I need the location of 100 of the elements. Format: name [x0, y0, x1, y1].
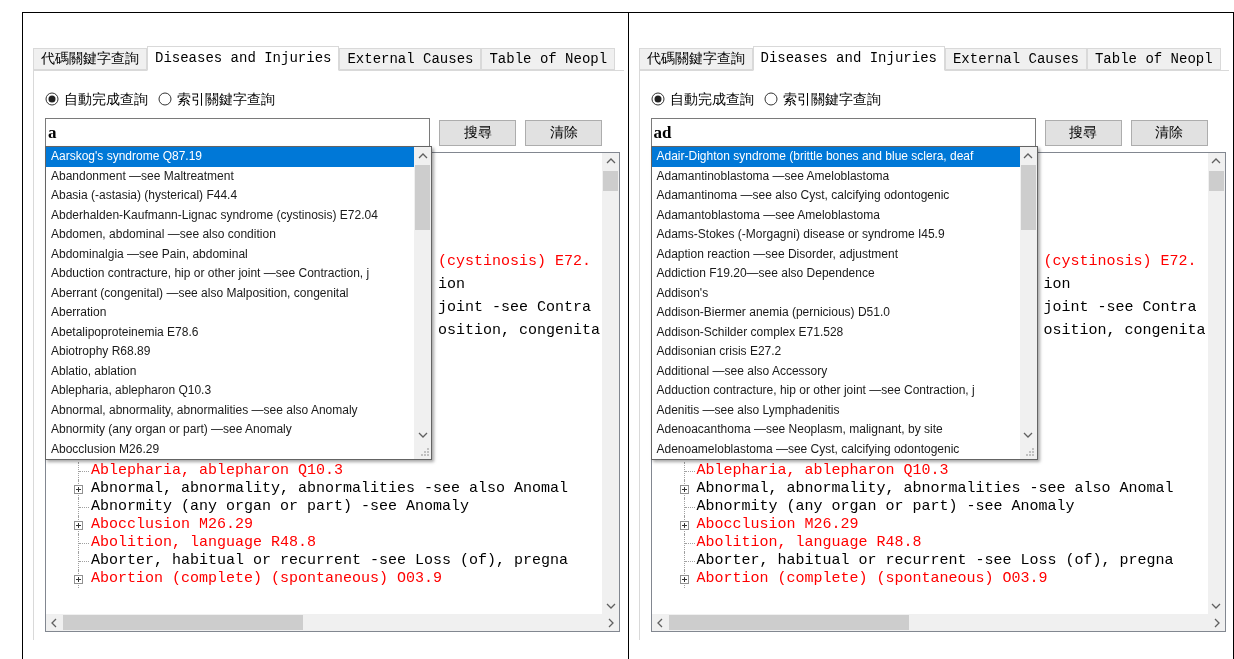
scrollbar-thumb[interactable] — [63, 615, 303, 630]
scroll-up-icon[interactable] — [1211, 157, 1221, 165]
suggestion-item[interactable]: Abandonment —see Maltreatment — [46, 166, 414, 186]
suggestion-item[interactable]: Adaption reaction —see Disorder, adjustment — [651, 244, 1020, 264]
suggestion-item[interactable]: Adenoacanthoma —see Neoplasm, malignant, by site — [651, 420, 1020, 440]
expand-icon[interactable] — [679, 574, 689, 584]
tree-item[interactable]: Aborter, habitual or recurrent -see Loss (of), pregna — [696, 552, 1174, 570]
radio-button[interactable]: 索引關鍵字查詢 — [763, 88, 881, 110]
suggestion-item[interactable]: Abderhalden-Kaufmann-Lignac syndrome (cystinosis) E72.04 — [46, 205, 414, 225]
suggestion-item[interactable]: Adamantoblastoma —see Ameloblastoma — [651, 205, 1020, 225]
scroll-down-icon[interactable] — [417, 431, 428, 439]
tree-item[interactable]: Abocclusion M26.29 — [696, 516, 859, 534]
scrollbar-thumb[interactable] — [415, 165, 430, 230]
scroll-left-icon[interactable] — [655, 617, 664, 628]
horizontal-scrollbar[interactable] — [651, 614, 1225, 631]
suggestion-item[interactable]: Abdomen, abdominal —see also condition — [46, 225, 414, 245]
suggestion-item[interactable]: Aberrant (congenital) —see also Malposition, congenital — [46, 283, 414, 303]
suggestion-item[interactable]: Abasia (-astasia) (hysterical) F44.4 — [46, 186, 414, 206]
tree-item[interactable]: Abnormal, abnormality, abnormalities -see also Anomal — [696, 480, 1174, 498]
tree-item[interactable]: ion — [1043, 276, 1071, 293]
tree-item[interactable]: ion — [438, 276, 465, 293]
expand-icon[interactable] — [679, 484, 689, 494]
tree-item[interactable]: Abocclusion M26.29 — [91, 516, 254, 534]
suggestion-item[interactable]: Addison's — [651, 283, 1020, 303]
tab[interactable]: Table of Neopl — [481, 48, 616, 70]
scroll-up-icon[interactable] — [417, 152, 428, 160]
tree-item[interactable]: Abolition, language R48.8 — [91, 534, 317, 552]
action-button[interactable]: 搜尋 — [439, 119, 516, 146]
horizontal-scrollbar[interactable] — [46, 614, 619, 631]
suggestion-item[interactable]: Ablatio, ablation — [46, 361, 414, 381]
scrollbar-thumb[interactable] — [1020, 165, 1036, 230]
tree-item[interactable]: (cystinosis) E72. — [1043, 253, 1197, 270]
radio-button[interactable]: 自動完成查詢 — [650, 88, 754, 110]
action-button[interactable]: 清除 — [525, 119, 602, 146]
tab[interactable]: 代碼關鍵字查詢 — [638, 48, 753, 70]
expand-icon[interactable] — [679, 520, 689, 530]
vertical-scrollbar[interactable] — [602, 153, 619, 614]
scrollbar-thumb[interactable] — [1208, 171, 1224, 191]
tree-item[interactable]: Abnormal, abnormality, abnormalities -see also Anomal — [91, 480, 569, 498]
expand-icon[interactable] — [74, 520, 83, 530]
scrollbar-thumb[interactable] — [603, 171, 618, 191]
suggestion-item[interactable]: Ablepharia, ablepharon Q10.3 — [46, 381, 414, 401]
suggestion-item[interactable]: Aarskog's syndrome Q87.19 — [46, 147, 414, 167]
tree-item[interactable]: joint -see Contra — [438, 299, 592, 316]
scroll-down-icon[interactable] — [1023, 431, 1033, 439]
tree-item[interactable]: Abolition, language R48.8 — [696, 534, 922, 552]
tree-item[interactable]: Ablepharia, ablepharon Q10.3 — [91, 462, 344, 480]
expand-icon[interactable] — [74, 574, 83, 584]
tree-item[interactable]: Ablepharia, ablepharon Q10.3 — [696, 462, 949, 480]
expand-icon[interactable] — [74, 484, 83, 494]
suggestion-item[interactable]: Adamantinoma —see also Cyst, calcifying odontogenic — [651, 186, 1020, 206]
suggestion-item[interactable]: Adamantinoblastoma —see Ameloblastoma — [651, 166, 1020, 186]
tree-item[interactable]: osition, congenita — [438, 322, 601, 339]
tree-item[interactable]: Abnormity (any organ or part) -see Anomaly — [91, 498, 470, 516]
scroll-right-icon[interactable] — [1212, 617, 1221, 628]
tab[interactable]: External Causes — [339, 48, 482, 70]
suggestion-item[interactable]: Addison-Biermer anemia (pernicious) D51.0 — [651, 303, 1020, 323]
scroll-down-icon[interactable] — [605, 602, 616, 610]
suggestion-item[interactable]: Abnormal, abnormality, abnormalities —see also Anomaly — [46, 400, 414, 420]
suggestion-item[interactable]: Adenitis —see also Lymphadenitis — [651, 400, 1020, 420]
suggestion-item[interactable]: Abnormity (any organ or part) —see Anomaly — [46, 420, 414, 440]
tree-item[interactable]: Abortion (complete) (spontaneous) O03.9 — [696, 570, 1048, 588]
suggestion-item[interactable]: Adams-Stokes (-Morgagni) disease or syndrome I45.9 — [651, 225, 1020, 245]
tab[interactable]: Diseases and Injuries — [752, 46, 945, 71]
resize-grip-icon[interactable] — [419, 447, 430, 457]
scroll-right-icon[interactable] — [607, 617, 615, 628]
suggestion-item[interactable]: Adduction contracture, hip or other joint —see Contraction, j — [651, 381, 1020, 401]
tree-item[interactable]: Abnormity (any organ or part) -see Anomaly — [696, 498, 1075, 516]
resize-grip-icon[interactable] — [1025, 447, 1035, 457]
scroll-up-icon[interactable] — [605, 157, 616, 165]
suggestion-item[interactable]: Abetalipoproteinemia E78.6 — [46, 322, 414, 342]
tree-item[interactable]: Aborter, habitual or recurrent -see Loss (of), pregna — [91, 552, 569, 570]
suggestion-item[interactable]: Adenoameloblastoma —see Cyst, calcifying odontogenic — [651, 439, 1020, 459]
tree-item[interactable]: Abortion (complete) (spontaneous) O03.9 — [91, 570, 443, 588]
suggestion-item[interactable]: Addiction F19.20—see also Dependence — [651, 264, 1020, 284]
suggestion-item[interactable]: Addisonian crisis E27.2 — [651, 342, 1020, 362]
suggestion-item[interactable]: Aberration — [46, 303, 414, 323]
scroll-left-icon[interactable] — [50, 617, 58, 628]
scroll-down-icon[interactable] — [1211, 602, 1221, 610]
suggestion-item[interactable]: Abduction contracture, hip or other joint —see Contraction, j — [46, 264, 414, 284]
suggestion-item[interactable]: Abocclusion M26.29 — [46, 439, 414, 459]
suggestion-item[interactable]: Adair-Dighton syndrome (brittle bones and blue sclera, deaf — [651, 147, 1020, 167]
radio-button[interactable]: 索引關鍵字查詢 — [158, 88, 275, 110]
tab[interactable]: External Causes — [944, 48, 1087, 70]
suggestion-item[interactable]: Addison-Schilder complex E71.528 — [651, 322, 1020, 342]
tab[interactable]: Diseases and Injuries — [147, 46, 340, 71]
action-button[interactable]: 清除 — [1130, 119, 1208, 146]
scroll-up-icon[interactable] — [1023, 152, 1033, 160]
radio-button[interactable]: 自動完成查詢 — [45, 88, 148, 110]
action-button[interactable]: 搜尋 — [1044, 119, 1122, 146]
scrollbar-thumb[interactable] — [668, 615, 909, 630]
tree-item[interactable]: joint -see Contra — [1043, 299, 1197, 316]
suggestion-item[interactable]: Abiotrophy R68.89 — [46, 342, 414, 362]
vertical-scrollbar[interactable] — [1207, 153, 1225, 614]
tab[interactable]: 代碼關鍵字查詢 — [33, 48, 147, 70]
suggestion-item[interactable]: Additional —see also Accessory — [651, 361, 1020, 381]
tree-item[interactable]: osition, congenita — [1043, 322, 1206, 339]
tab[interactable]: Table of Neopl — [1086, 48, 1221, 70]
tree-item[interactable]: (cystinosis) E72. — [438, 253, 592, 270]
suggestion-item[interactable]: Abdominalgia —see Pain, abdominal — [46, 244, 414, 264]
